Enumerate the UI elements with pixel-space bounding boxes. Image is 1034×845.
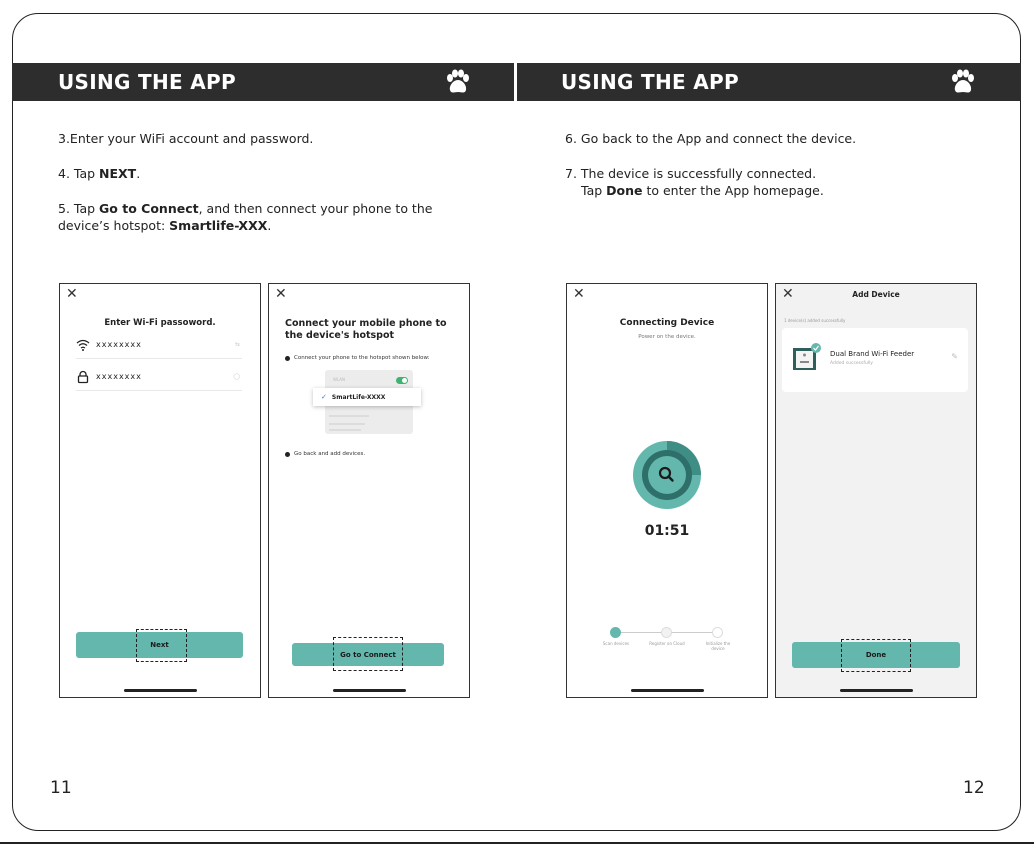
step-7-prefix: Tap bbox=[581, 183, 607, 198]
left-header-bar: USING THE APP bbox=[12, 63, 514, 101]
edit-icon[interactable]: ✎ bbox=[951, 352, 958, 361]
placeholder-line bbox=[329, 429, 361, 431]
instruction-connect-text: Connect your phone to the hotspot shown … bbox=[294, 355, 430, 361]
feeder-device-icon bbox=[793, 343, 821, 370]
step-4-bold: NEXT bbox=[99, 166, 137, 181]
step-pending-icon bbox=[661, 627, 672, 638]
home-indicator bbox=[631, 689, 704, 692]
step-4-prefix: 4. Tap bbox=[58, 166, 100, 181]
add-device-title: Add Device bbox=[852, 290, 900, 299]
progress-ring-icon bbox=[633, 441, 701, 509]
bullet-dot bbox=[285, 355, 290, 361]
connecting-subtitle: Power on the device. bbox=[638, 334, 696, 340]
home-indicator bbox=[333, 689, 406, 692]
right-header-title: USING THE APP bbox=[561, 70, 739, 94]
page-number-left: 11 bbox=[50, 778, 72, 798]
bottom-rule bbox=[0, 842, 1034, 844]
phone-hotspot: ✕ Connect your mobile phone to the devic… bbox=[268, 283, 470, 698]
close-icon[interactable]: ✕ bbox=[275, 286, 287, 302]
step-5-prefix: 5. Tap bbox=[58, 201, 100, 216]
right-header-bar: USING THE APP bbox=[517, 63, 1021, 101]
right-steps: 6. Go back to the App and connect the de… bbox=[565, 130, 985, 217]
wifi-password-field[interactable]: xxxxxxxx ◯ bbox=[76, 363, 242, 391]
home-indicator bbox=[840, 689, 913, 692]
step-7-suffix: to enter the App homepage. bbox=[642, 183, 824, 198]
wifi-icon bbox=[76, 339, 90, 351]
wifi-name-field[interactable]: xxxxxxxx ⇆ bbox=[76, 331, 242, 359]
highlight-box bbox=[136, 629, 187, 662]
bullet-dot bbox=[285, 451, 290, 457]
instruction-connect: Connect your phone to the hotspot shown … bbox=[285, 355, 430, 361]
step-3: 3.Enter your WiFi account and password. bbox=[58, 131, 314, 146]
eye-icon[interactable]: ◯ bbox=[233, 373, 240, 380]
hotspot-network-item[interactable]: ✓ SmartLife-XXXX bbox=[313, 388, 421, 406]
placeholder-line bbox=[329, 423, 365, 425]
step-5-bold: Go to Connect bbox=[99, 201, 199, 216]
paw-icon bbox=[952, 69, 974, 93]
connecting-title: Connecting Device bbox=[619, 318, 715, 328]
progress-stepper: Scan devices Register on Cloud Initializ… bbox=[603, 627, 730, 651]
switch-network-icon[interactable]: ⇆ bbox=[235, 341, 240, 348]
phone-add-device: ✕ Add Device 1 device(s) added successfu… bbox=[775, 283, 977, 698]
step-4: 4. Tap NEXT. bbox=[58, 165, 478, 182]
highlight-box bbox=[333, 637, 403, 671]
paw-icon bbox=[447, 69, 469, 93]
step-7-line2: Tap Done to enter the App homepage. bbox=[565, 182, 824, 199]
device-card[interactable]: Dual Brand Wi-Fi Feeder Added successful… bbox=[782, 328, 968, 392]
hotspot-name: SmartLife-XXXX bbox=[331, 393, 386, 401]
device-name: Dual Brand Wi-Fi Feeder bbox=[830, 350, 915, 358]
lock-icon bbox=[77, 370, 89, 383]
step-label-scan: Scan devices bbox=[602, 641, 630, 646]
device-status: Added successfully bbox=[830, 361, 873, 366]
left-steps: 3.Enter your WiFi account and password. … bbox=[58, 130, 478, 252]
step-7: 7. The device is successfully connected.… bbox=[565, 165, 985, 199]
wlan-toggle-icon bbox=[396, 377, 408, 384]
step-5-hotspot: Smartlife-XXX bbox=[169, 218, 268, 233]
hotspot-title: Connect your mobile phone to the device'… bbox=[285, 318, 447, 341]
step-label-initialize: Initialize the device bbox=[705, 641, 731, 651]
placeholder-line bbox=[329, 415, 369, 417]
close-icon[interactable]: ✕ bbox=[66, 286, 78, 302]
countdown-timer: 01:51 bbox=[644, 523, 690, 539]
step-5-suffix: . bbox=[267, 218, 272, 233]
page-number-right: 12 bbox=[963, 778, 985, 798]
phone-connecting: ✕ Connecting Device Power on the device.… bbox=[566, 283, 768, 698]
step-7-bold: Done bbox=[606, 183, 643, 198]
added-count: 1 device(s) added successfully bbox=[784, 318, 846, 323]
step-active-icon bbox=[610, 627, 621, 638]
instruction-go-back: Go back and add devices. bbox=[285, 451, 365, 457]
step-7-line1: 7. The device is successfully connected. bbox=[565, 166, 817, 181]
check-icon: ✓ bbox=[321, 393, 327, 401]
wifi-password-title: Enter Wi-Fi passoword. bbox=[104, 318, 216, 328]
wifi-name-value: xxxxxxxx bbox=[96, 340, 142, 349]
phone-wifi-password: ✕ Enter Wi-Fi passoword. xxxxxxxx ⇆ xxxx… bbox=[59, 283, 261, 698]
instruction-go-back-text: Go back and add devices. bbox=[294, 451, 366, 457]
home-indicator bbox=[124, 689, 197, 692]
step-label-register: Register on Cloud bbox=[649, 641, 685, 646]
highlight-box bbox=[841, 639, 911, 672]
close-icon[interactable]: ✕ bbox=[573, 286, 585, 302]
step-pending-icon bbox=[712, 627, 723, 638]
wlan-label: WLAN bbox=[333, 377, 346, 382]
step-4-suffix: . bbox=[136, 166, 141, 181]
step-5: 5. Tap Go to Connect, and then connect y… bbox=[58, 200, 478, 234]
wifi-password-value: xxxxxxxx bbox=[96, 372, 142, 381]
step-6: 6. Go back to the App and connect the de… bbox=[565, 131, 857, 146]
left-header-title: USING THE APP bbox=[58, 70, 236, 94]
